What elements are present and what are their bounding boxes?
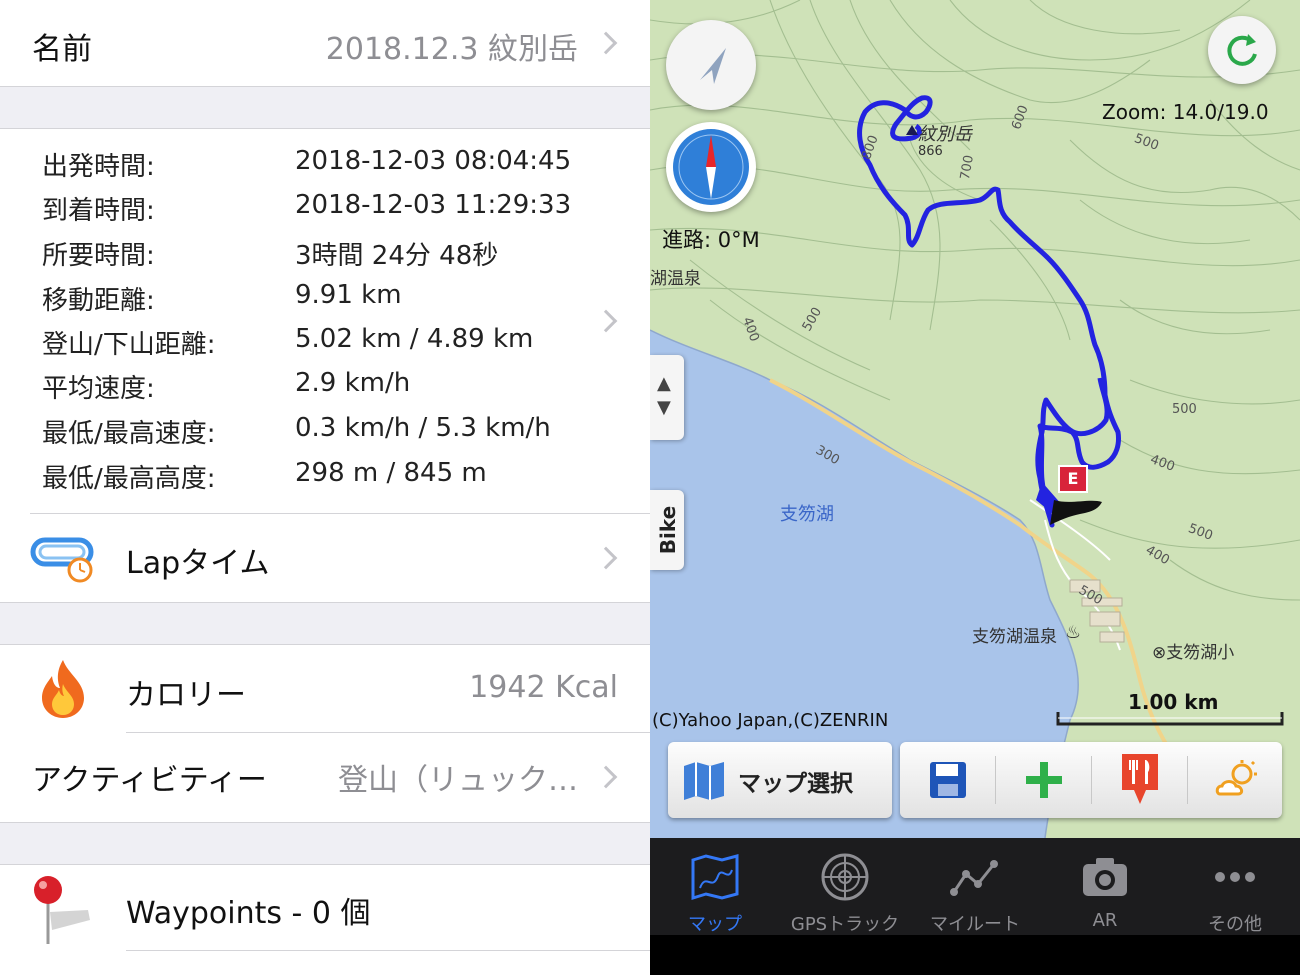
activity-label: アクティビティー [32,763,267,798]
weather-button[interactable] [1188,742,1282,818]
onsen-partial-label: 湖温泉 [650,269,701,289]
stat-value: 9.91 km [295,280,402,310]
lap-timer-icon [30,537,94,583]
weather-icon [1215,760,1257,796]
add-button[interactable] [996,742,1091,818]
track-detail-panel: 名前 2018.12.3 紋別岳 出発時間: 2018-12-03 08:04:4… [0,0,650,975]
bike-tab[interactable]: Bike [650,490,684,570]
stat-value: 2.9 km/h [295,368,411,398]
stat-value: 5.02 km / 4.89 km [295,324,534,354]
map-toolbar [900,742,1282,818]
map-panel: 800 600 700 500 500 400 500 400 300 400 500 500 紋別岳… [650,0,1300,975]
stat-value: 2018-12-03 11:29:33 [295,190,572,220]
tab-map-label: マップ [688,914,742,935]
tab-my-route-label: マイルート [930,914,1020,935]
tab-other[interactable]: その他 [1170,838,1300,935]
tab-ar-label: AR [1092,910,1118,931]
save-button[interactable] [900,742,995,818]
camera-icon [1083,858,1127,896]
refresh-icon [1227,34,1257,66]
name-value: 2018.12.3 紋別岳 [325,32,578,67]
locate-button[interactable] [666,20,756,110]
map-fold-icon [684,762,724,800]
bike-tab-label: Bike [656,505,680,555]
stat-value: 2018-12-03 08:04:45 [295,146,572,176]
scale-label: 1.00 km [1128,690,1219,714]
map-pin-icon [34,876,90,944]
lap-time-row[interactable]: Lapタイム [0,514,650,602]
route-icon [950,860,998,896]
divider [0,822,650,823]
chevron-right-icon [594,765,618,789]
tab-gps-track[interactable]: GPSトラック [780,838,910,935]
map-layer-toggle[interactable]: ▲ ▼ [650,355,684,440]
calorie-label: カロリー [126,678,246,713]
contour-label: 500 [1172,402,1197,417]
restaurant-button[interactable] [1092,742,1187,818]
location-arrow-icon [700,48,726,84]
divider [0,128,650,129]
restaurant-pin-icon [1122,754,1158,804]
name-label: 名前 [32,32,92,67]
activity-value: 登山（リュック… [338,763,578,798]
tab-map[interactable]: マップ [650,838,780,935]
onsen-label: 支笏湖温泉 [972,627,1057,647]
radar-icon [821,853,869,901]
stat-label: 最低/最高高度: [42,464,216,494]
topographic-map[interactable]: 800 600 700 500 500 400 500 400 300 400 500 500 紋別岳… [650,0,1300,838]
chevron-right-icon [594,309,618,333]
save-icon [930,762,966,798]
divider [0,86,650,87]
triangle-up-icon: ▲ [657,373,671,394]
map-select-button[interactable]: マップ選択 [668,742,892,818]
waypoints-label: Waypoints - 0 個 [126,896,371,931]
stat-value: 0.3 km/h / 5.3 km/h [295,413,551,443]
compass-icon [673,129,749,205]
hot-spring-icon: ♨ [1065,622,1082,643]
tab-gps-track-label: GPSトラック [790,914,900,935]
triangle-down-icon: ▼ [657,397,671,418]
chevron-right-icon [594,31,618,55]
divider [0,864,650,865]
chevron-right-icon [594,546,618,570]
zoom-label: Zoom: 14.0/19.0 [1102,100,1269,124]
more-icon [1215,872,1255,882]
map-select-label: マップ選択 [738,771,853,797]
copyright-label: (C)Yahoo Japan,(C)ZENRIN [652,710,889,731]
heading-label: 進路: 0°M [662,228,760,252]
school-label: ⊗支笏湖小 [1152,643,1235,663]
map-icon [691,854,739,901]
activity-row[interactable]: アクティビティー 登山（リュック… [0,733,650,822]
name-row[interactable]: 名前 2018.12.3 紋別岳 [0,0,650,86]
stats-section[interactable]: 出発時間: 2018-12-03 08:04:45 到着時間: 2018-12-03 … [0,128,650,602]
tab-ar[interactable]: AR [1040,838,1170,935]
plus-icon [1026,762,1062,798]
peak-name-label: 紋別岳 [918,124,972,145]
waypoints-row[interactable]: Waypoints - 0 個 [0,864,650,975]
stat-label: 登山/下山距離: [42,330,216,360]
peak-elevation-label: 866 [918,144,943,159]
tab-bar: マップ GPSトラック マイルート AR その他 [650,838,1300,935]
stat-value: 298 m / 845 m [295,458,487,488]
stat-value: 3時間 24分 48秒 [295,241,499,271]
divider [0,644,650,645]
stat-label: 出発時間: [42,152,155,182]
lake-name-label: 支笏湖 [780,504,834,525]
divider [0,602,650,603]
tab-my-route[interactable]: マイルート [910,838,1040,935]
refresh-button[interactable] [1208,16,1276,84]
compass-button[interactable] [666,122,756,212]
calorie-value: 1942 Kcal [469,670,618,705]
tab-other-label: その他 [1208,914,1262,935]
flame-icon [42,660,84,718]
stat-label: 最低/最高速度: [42,419,216,449]
stat-label: 移動距離: [42,286,155,316]
lap-time-label: Lapタイム [126,546,270,581]
divider [126,950,650,951]
end-marker[interactable]: E [1058,465,1088,493]
stat-label: 到着時間: [42,196,155,226]
stat-label: 所要時間: [42,241,155,271]
calorie-section: カロリー 1942 Kcal アクティビティー 登山（リュック… [0,644,650,822]
stat-label: 平均速度: [42,374,155,404]
